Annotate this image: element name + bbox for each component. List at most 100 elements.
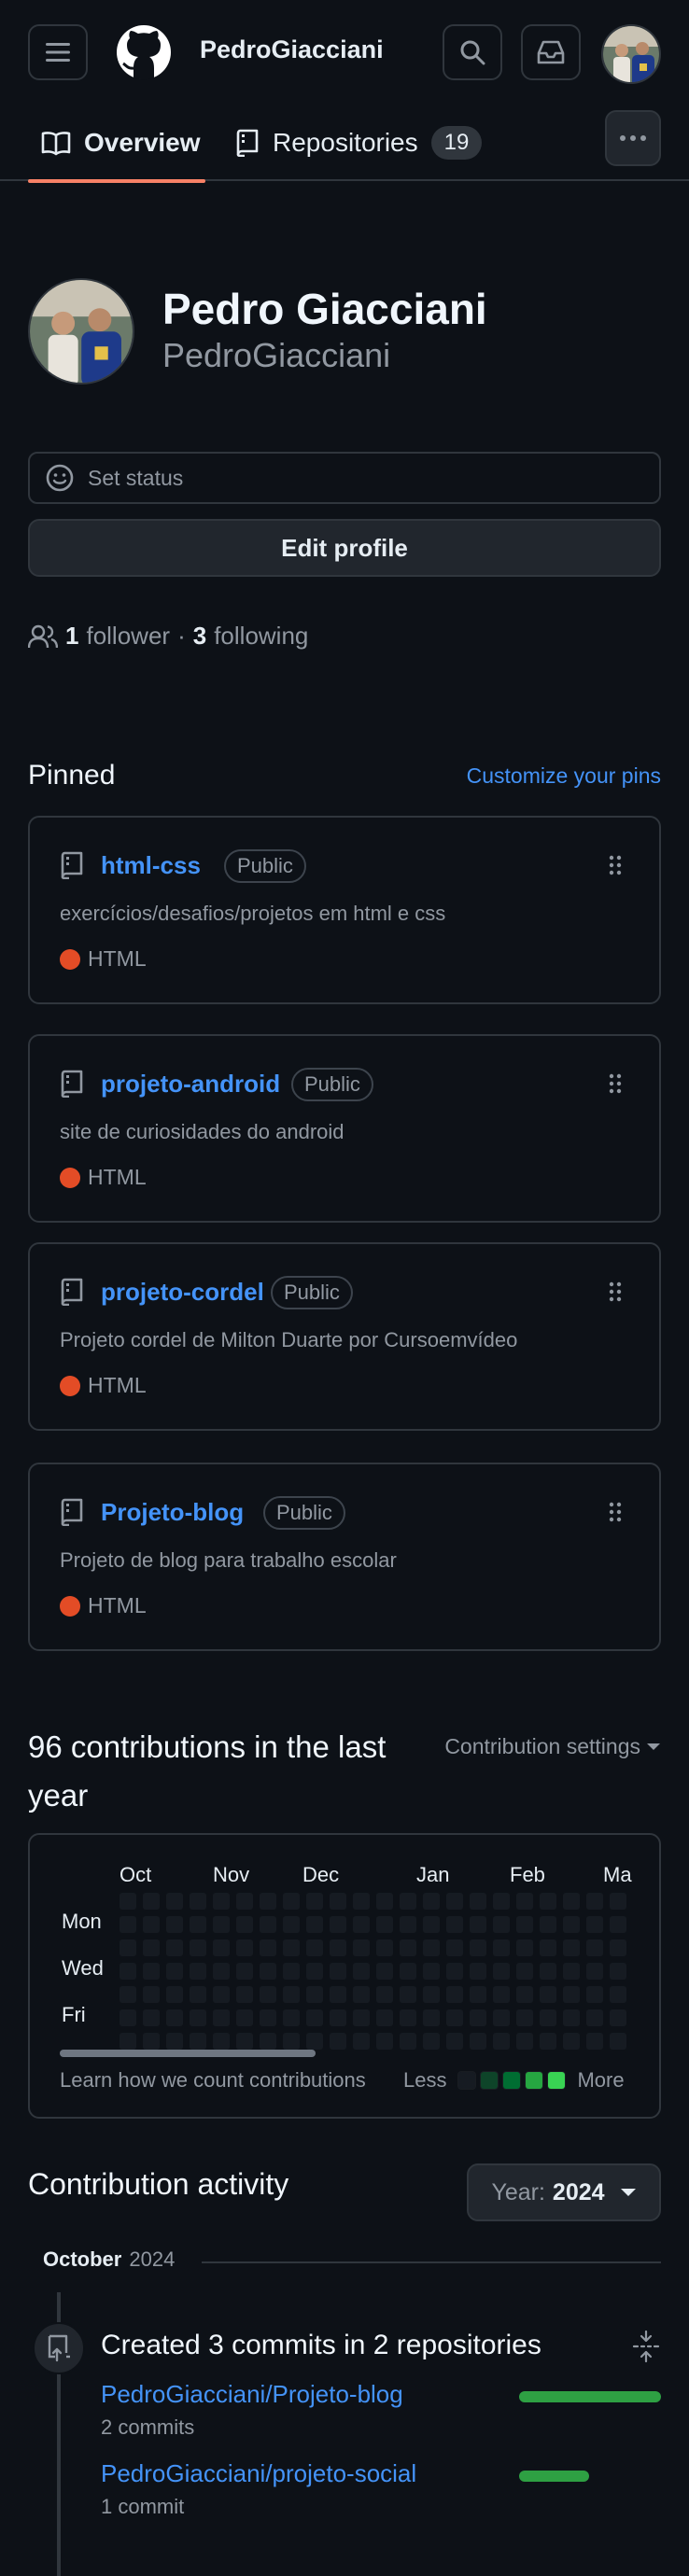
menu-button[interactable]: [28, 24, 88, 80]
contribution-day-cell[interactable]: [563, 1893, 580, 1910]
contribution-day-cell[interactable]: [143, 1916, 160, 1933]
contribution-day-cell[interactable]: [610, 2009, 626, 2026]
contribution-day-cell[interactable]: [283, 1916, 300, 1933]
contribution-day-cell[interactable]: [353, 1893, 370, 1910]
contribution-day-cell[interactable]: [283, 1986, 300, 2003]
contribution-day-cell[interactable]: [540, 1893, 556, 1910]
contribution-day-cell[interactable]: [236, 1916, 253, 1933]
contribution-day-cell[interactable]: [260, 1893, 276, 1910]
inbox-button[interactable]: [521, 24, 581, 80]
contribution-day-cell[interactable]: [540, 1916, 556, 1933]
contribution-day-cell[interactable]: [423, 1916, 440, 1933]
contribution-day-cell[interactable]: [190, 1916, 206, 1933]
contribution-day-cell[interactable]: [563, 1939, 580, 1956]
year-select-button[interactable]: Year: 2024: [467, 2163, 661, 2221]
contribution-day-cell[interactable]: [306, 2033, 323, 2050]
contribution-day-cell[interactable]: [400, 1986, 416, 2003]
contribution-day-cell[interactable]: [120, 1986, 136, 2003]
github-logo-icon[interactable]: [116, 24, 172, 80]
contribution-day-cell[interactable]: [423, 1986, 440, 2003]
contribution-day-cell[interactable]: [376, 2009, 393, 2026]
contribution-day-cell[interactable]: [446, 1916, 463, 1933]
collapse-button[interactable]: [631, 2330, 661, 2363]
contribution-day-cell[interactable]: [330, 1939, 346, 1956]
contribution-day-cell[interactable]: [423, 2009, 440, 2026]
contribution-day-cell[interactable]: [400, 2009, 416, 2026]
contribution-day-cell[interactable]: [306, 1986, 323, 2003]
contribution-day-cell[interactable]: [516, 2033, 533, 2050]
contribution-day-cell[interactable]: [166, 1916, 183, 1933]
contribution-day-cell[interactable]: [330, 1963, 346, 1980]
contribution-day-cell[interactable]: [400, 1939, 416, 1956]
contribution-day-cell[interactable]: [306, 1893, 323, 1910]
contribution-day-cell[interactable]: [540, 1939, 556, 1956]
contribution-day-cell[interactable]: [283, 2009, 300, 2026]
contribution-day-cell[interactable]: [470, 1893, 486, 1910]
contribution-day-cell[interactable]: [353, 1963, 370, 1980]
contribution-day-cell[interactable]: [610, 1963, 626, 1980]
activity-commit-count[interactable]: 1 commit: [101, 2495, 184, 2519]
contribution-day-cell[interactable]: [143, 1939, 160, 1956]
following-label[interactable]: following: [214, 622, 308, 651]
contribution-day-cell[interactable]: [306, 1939, 323, 1956]
contribution-day-cell[interactable]: [470, 2033, 486, 2050]
pinned-repo-name[interactable]: projeto-cordel: [101, 1278, 264, 1307]
contribution-day-cell[interactable]: [516, 1939, 533, 1956]
contribution-day-cell[interactable]: [376, 1893, 393, 1910]
activity-repo-link[interactable]: PedroGiacciani/projeto-social: [101, 2459, 416, 2488]
contribution-day-cell[interactable]: [330, 2009, 346, 2026]
drag-handle-icon[interactable]: [609, 1073, 622, 1099]
contribution-day-cell[interactable]: [353, 2033, 370, 2050]
edit-profile-button[interactable]: Edit profile: [28, 519, 661, 577]
contribution-day-cell[interactable]: [446, 2033, 463, 2050]
contribution-day-cell[interactable]: [190, 1939, 206, 1956]
tab-overview[interactable]: Overview: [28, 105, 205, 183]
contribution-day-cell[interactable]: [236, 1893, 253, 1910]
contribution-day-cell[interactable]: [283, 1939, 300, 1956]
contribution-day-cell[interactable]: [353, 1939, 370, 1956]
activity-commit-count[interactable]: 2 commits: [101, 2415, 194, 2440]
contribution-day-cell[interactable]: [213, 1963, 230, 1980]
contribution-day-cell[interactable]: [330, 1986, 346, 2003]
contribution-day-cell[interactable]: [423, 1893, 440, 1910]
contribution-day-cell[interactable]: [610, 1916, 626, 1933]
contribution-day-cell[interactable]: [143, 1893, 160, 1910]
contribution-day-cell[interactable]: [493, 1986, 510, 2003]
contribution-day-cell[interactable]: [376, 1939, 393, 1956]
learn-contributions-link[interactable]: Learn how we count contributions: [60, 2068, 366, 2093]
contribution-day-cell[interactable]: [400, 1893, 416, 1910]
contribution-day-cell[interactable]: [236, 1986, 253, 2003]
contribution-day-cell[interactable]: [166, 2033, 183, 2050]
search-button[interactable]: [443, 24, 502, 80]
contribution-day-cell[interactable]: [516, 1986, 533, 2003]
contribution-day-cell[interactable]: [446, 1963, 463, 1980]
contribution-day-cell[interactable]: [283, 1893, 300, 1910]
contribution-day-cell[interactable]: [586, 2033, 603, 2050]
contribution-day-cell[interactable]: [446, 1893, 463, 1910]
pinned-repo-name[interactable]: html-css: [101, 851, 201, 880]
contribution-day-cell[interactable]: [586, 1963, 603, 1980]
more-tabs-button[interactable]: [605, 110, 661, 166]
contribution-day-cell[interactable]: [120, 2009, 136, 2026]
contribution-day-cell[interactable]: [586, 1939, 603, 1956]
contribution-settings-dropdown[interactable]: Contribution settings: [444, 1734, 661, 1759]
contribution-day-cell[interactable]: [190, 1963, 206, 1980]
contribution-day-cell[interactable]: [516, 1916, 533, 1933]
contribution-day-cell[interactable]: [283, 1963, 300, 1980]
contribution-day-cell[interactable]: [423, 2033, 440, 2050]
contribution-day-cell[interactable]: [376, 1986, 393, 2003]
contribution-day-cell[interactable]: [376, 1963, 393, 1980]
contribution-day-cell[interactable]: [236, 2009, 253, 2026]
contribution-day-cell[interactable]: [586, 1986, 603, 2003]
contribution-day-cell[interactable]: [376, 1916, 393, 1933]
contribution-day-cell[interactable]: [423, 1939, 440, 1956]
contribution-day-cell[interactable]: [516, 1963, 533, 1980]
contribution-day-cell[interactable]: [213, 1939, 230, 1956]
contribution-day-cell[interactable]: [353, 1916, 370, 1933]
contribution-day-cell[interactable]: [120, 1939, 136, 1956]
set-status-button[interactable]: Set status: [28, 452, 661, 504]
contribution-day-cell[interactable]: [563, 1963, 580, 1980]
contribution-day-cell[interactable]: [470, 2009, 486, 2026]
contribution-day-cell[interactable]: [143, 1963, 160, 1980]
contribution-day-cell[interactable]: [353, 1986, 370, 2003]
